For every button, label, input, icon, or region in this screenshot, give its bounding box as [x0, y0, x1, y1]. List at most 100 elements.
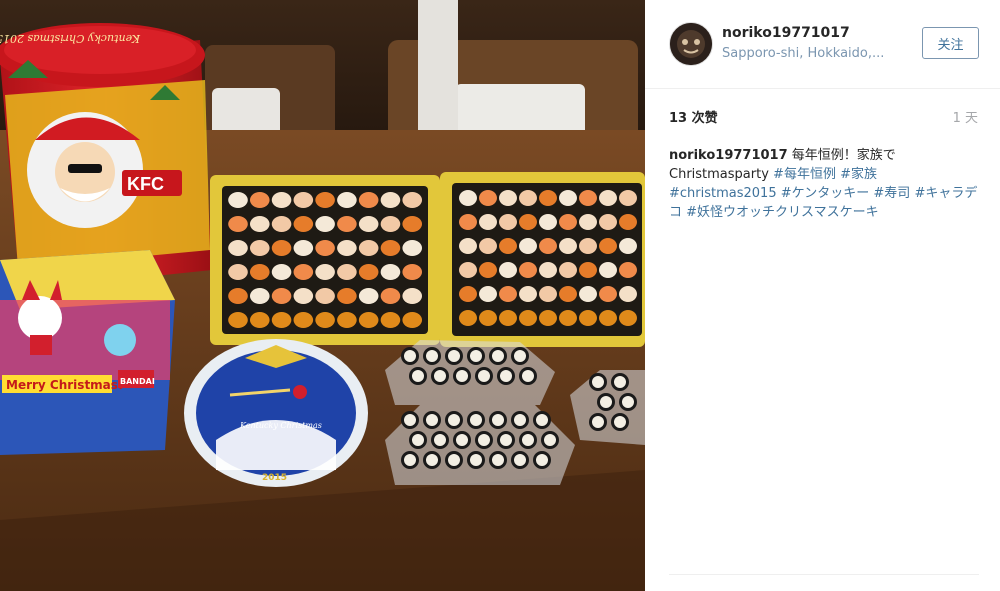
- sushi-piece: [402, 288, 423, 304]
- sushi-piece: [459, 310, 477, 326]
- sushi-piece: [228, 192, 248, 208]
- like-count[interactable]: 13 次赞: [669, 107, 718, 126]
- maki-rice: [412, 370, 424, 382]
- location-link[interactable]: Sapporo-shi, Hokkaido,...: [722, 46, 912, 61]
- username[interactable]: noriko19771017: [722, 25, 850, 41]
- avatar-image: [670, 23, 712, 65]
- maki-rice: [478, 370, 490, 382]
- sushi-tray-right: [440, 172, 645, 347]
- follow-button[interactable]: 关注: [922, 27, 979, 59]
- cake-box: Merry Christmas! BANDAI: [0, 250, 175, 455]
- sushi-piece: [380, 312, 401, 328]
- sushi-piece: [599, 286, 617, 302]
- sushi-piece: [599, 238, 617, 254]
- sushi-piece: [402, 312, 423, 328]
- sushi-piece: [599, 190, 617, 206]
- sushi-piece: [539, 190, 557, 206]
- sushi-piece: [315, 288, 335, 304]
- hashtag-link[interactable]: #christmas2015: [669, 186, 777, 201]
- sushi-piece: [559, 190, 577, 206]
- sushi-piece: [380, 192, 401, 208]
- sushi-piece: [249, 216, 270, 232]
- maki-rice: [470, 454, 482, 466]
- sushi-piece: [479, 262, 497, 278]
- sushi-piece: [499, 286, 517, 302]
- maki-rice: [492, 414, 504, 426]
- maki-rice: [592, 376, 604, 388]
- hashtag-link[interactable]: #妖怪ウオッチクリスマスケーキ: [686, 205, 879, 220]
- sushi-piece: [579, 190, 597, 206]
- sushi-piece: [579, 238, 597, 254]
- maki-rice: [478, 434, 490, 446]
- maki-rice: [426, 454, 438, 466]
- sushi-piece: [599, 310, 617, 326]
- sushi-piece: [358, 240, 379, 256]
- post-header: noriko19771017 Sapporo-shi, Hokkaido,...…: [645, 0, 1000, 89]
- sushi-piece: [271, 216, 292, 232]
- kfc-bucket: KFC Kentucky Christmas 2015: [0, 23, 212, 290]
- sushi-piece: [619, 286, 637, 302]
- sushi-piece: [228, 216, 248, 232]
- maki-rice: [614, 416, 626, 428]
- maki-rice: [448, 350, 460, 362]
- plate-script-text: Kentucky Christmas: [239, 421, 322, 430]
- maki-rice: [456, 434, 468, 446]
- hashtag-link[interactable]: #每年恒例: [773, 167, 836, 182]
- sushi-piece: [459, 214, 477, 230]
- sushi-piece: [228, 312, 248, 328]
- post-photo[interactable]: KFC Kentucky Christmas 2015 Merry Christ…: [0, 0, 645, 591]
- sushi-piece: [539, 310, 557, 326]
- sushi-piece: [539, 262, 557, 278]
- sushi-piece: [459, 238, 477, 254]
- photo-scene: KFC Kentucky Christmas 2015 Merry Christ…: [0, 0, 645, 591]
- maki-rice: [536, 414, 548, 426]
- sushi-piece: [380, 240, 401, 256]
- maki-rice: [500, 434, 512, 446]
- sushi-piece: [459, 286, 477, 302]
- maki-rice: [434, 434, 446, 446]
- sushi-piece: [519, 190, 537, 206]
- sushi-piece: [249, 312, 270, 328]
- comment-divider: [669, 574, 979, 575]
- sushi-piece: [499, 238, 517, 254]
- caption-username[interactable]: noriko19771017: [669, 148, 788, 163]
- sushi-piece: [249, 288, 270, 304]
- sushi-piece: [315, 192, 335, 208]
- maki-rice: [434, 370, 446, 382]
- sushi-piece: [619, 262, 637, 278]
- sushi-piece: [337, 216, 357, 232]
- maki-rice: [448, 454, 460, 466]
- avatar[interactable]: [669, 22, 713, 66]
- sushi-piece: [271, 312, 292, 328]
- sushi-piece: [315, 216, 335, 232]
- sushi-piece: [519, 262, 537, 278]
- sushi-piece: [539, 214, 557, 230]
- bucket-script-text: Kentucky Christmas 2015: [0, 32, 141, 45]
- hashtag-link[interactable]: #ケンタッキー: [781, 186, 870, 201]
- sushi-piece: [499, 262, 517, 278]
- sushi-piece: [402, 216, 423, 232]
- sushi-piece: [293, 264, 314, 280]
- hashtag-link[interactable]: #家族: [840, 167, 877, 182]
- sushi-piece: [271, 192, 292, 208]
- caption: noriko19771017 每年恒例！家族で Christmasparty #…: [669, 146, 979, 222]
- sushi-piece: [619, 214, 637, 230]
- sushi-piece: [519, 238, 537, 254]
- post-age: 1 天: [952, 111, 978, 126]
- maki-rice: [544, 434, 556, 446]
- sushi-piece: [479, 238, 497, 254]
- maki-rice: [514, 414, 526, 426]
- sushi-piece: [559, 286, 577, 302]
- sushi-piece: [293, 288, 314, 304]
- sushi-piece: [358, 264, 379, 280]
- plate-year-text: 2015: [262, 473, 287, 483]
- sushi-piece: [293, 312, 314, 328]
- hashtag-link[interactable]: #寿司: [873, 186, 910, 201]
- sushi-piece: [337, 312, 357, 328]
- maki-rice: [600, 396, 612, 408]
- sushi-piece: [271, 288, 292, 304]
- sushi-piece: [337, 264, 357, 280]
- sushi-piece: [228, 288, 248, 304]
- maki-rice: [404, 414, 416, 426]
- sushi-piece: [358, 216, 379, 232]
